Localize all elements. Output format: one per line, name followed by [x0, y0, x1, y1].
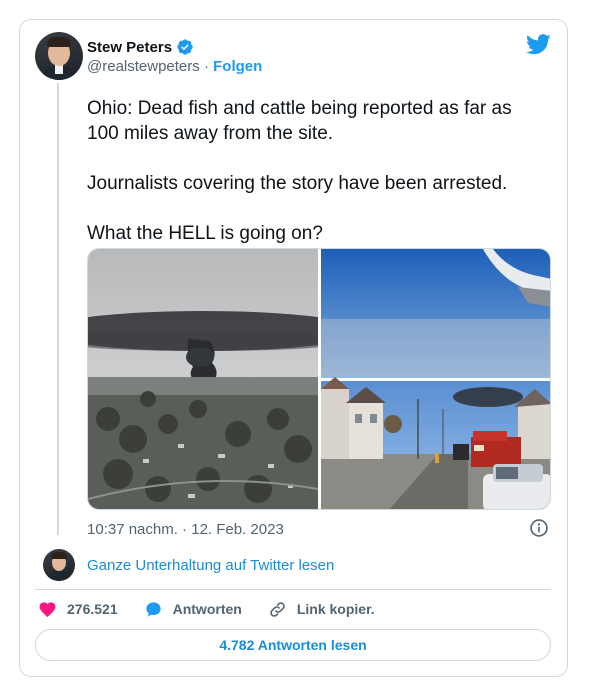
- link-icon: [270, 601, 285, 617]
- twitter-bird-icon[interactable]: [526, 34, 551, 55]
- reply-button[interactable]: Antworten: [144, 600, 242, 619]
- read-full-conversation-link[interactable]: Ganze Unterhaltung auf Twitter lesen: [87, 557, 334, 574]
- street-with-emergency-vehicles-photo[interactable]: [321, 377, 551, 510]
- heart-icon: [39, 601, 56, 617]
- airplane-window-view-photo[interactable]: [321, 249, 551, 378]
- thread-line: [57, 83, 59, 535]
- like-button[interactable]: 276.521: [38, 600, 118, 619]
- reply-label: Antworten: [172, 601, 242, 617]
- tweet-media-grid: [87, 248, 551, 510]
- author-avatar[interactable]: [35, 32, 83, 80]
- tweet-paragraph: Ohio: Dead fish and cattle being reporte…: [87, 98, 512, 144]
- tweet-paragraph: What the HELL is going on?: [87, 223, 323, 244]
- info-icon[interactable]: [529, 518, 549, 538]
- author-display-name[interactable]: Stew Peters: [87, 39, 172, 56]
- tweet-actions: 276.521 Antworten Link kopier.: [38, 598, 401, 620]
- handle-separator: ·: [199, 58, 214, 75]
- reply-bubble-icon: [145, 601, 161, 617]
- follow-link[interactable]: Folgen: [213, 58, 262, 75]
- copy-link-button[interactable]: Link kopier.: [268, 600, 375, 619]
- author-name-row[interactable]: Stew Peters: [87, 37, 194, 57]
- author-handle[interactable]: @realstewpeters: [87, 58, 200, 75]
- tweet-timestamp[interactable]: 10:37 nachm. · 12. Feb. 2023: [87, 521, 284, 538]
- read-replies-button[interactable]: 4.782 Antworten lesen: [35, 629, 551, 661]
- verified-badge-icon: [177, 39, 193, 55]
- tweet-paragraph: Journalists covering the story have been…: [87, 173, 508, 194]
- author-avatar-small[interactable]: [43, 549, 75, 581]
- actions-divider: [35, 589, 551, 590]
- copy-link-label: Link kopier.: [296, 601, 375, 617]
- author-handle-row: @realstewpeters · Folgen: [87, 58, 262, 75]
- like-count: 276.521: [67, 601, 118, 617]
- tweet-text: Ohio: Dead fish and cattle being reporte…: [87, 96, 547, 246]
